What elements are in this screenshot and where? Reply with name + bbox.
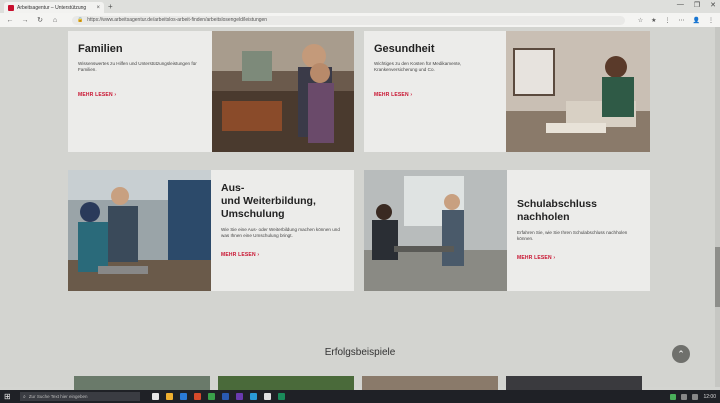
section-title: Erfolgsbeispiele (324, 347, 396, 358)
card-text: Schulabschluss nachholen Erfahren Sie, w… (507, 170, 650, 261)
file-explorer-icon[interactable] (166, 393, 173, 400)
menu-icon[interactable]: ⋮ (708, 17, 714, 24)
minimize-button[interactable]: — (677, 1, 684, 9)
windows-taskbar: ⊞ ⌕ Zur Suche Text hier eingeben 12:00 (0, 390, 720, 403)
search-placeholder: Zur Suche Text hier eingeben (28, 394, 88, 399)
navigation-bar: ← → ↻ ⌂ 🔒 https://www.arbeitsagentur.de/… (0, 13, 720, 27)
classroom-image (364, 170, 507, 291)
teaser-strip (74, 376, 642, 390)
tab-bar: Arbeitsagentur – Unterstützung × + — ❐ ✕ (0, 0, 720, 13)
more-link[interactable]: MEHR LESEN › (78, 92, 202, 98)
teams-icon[interactable] (236, 393, 243, 400)
card-title: Aus- und Weiterbildung, Umschulung (221, 182, 316, 220)
window-controls: — ❐ ✕ (677, 1, 716, 9)
browser-tab[interactable]: Arbeitsagentur – Unterstützung × (4, 2, 104, 13)
home-button[interactable]: ⌂ (51, 17, 59, 24)
card-weiterbildung[interactable]: Aus- und Weiterbildung, Umschulung Wie S… (68, 170, 354, 291)
close-window-button[interactable]: ✕ (710, 1, 716, 9)
card-description: Wissenswertes zu Hilfen und Unterstützun… (78, 61, 197, 73)
family-cooking-image (212, 31, 354, 152)
teaser-image[interactable] (362, 376, 498, 390)
card-description: Erfahren Sie, wie Sie Ihren Schulabschlu… (517, 230, 628, 242)
teaser-image[interactable] (218, 376, 354, 390)
more-link[interactable]: MEHR LESEN › (374, 92, 496, 98)
favorites-icon[interactable]: ★ (651, 17, 656, 24)
profile-icon[interactable]: 👤 (693, 17, 700, 24)
card-title: Familien (78, 43, 123, 55)
more-link[interactable]: MEHR LESEN › (221, 252, 344, 258)
mail-icon[interactable] (250, 393, 257, 400)
system-tray: 12:00 (670, 393, 716, 400)
page-scrollbar[interactable] (715, 27, 720, 387)
card-familien[interactable]: Familien Wissenswertes zu Hilfen und Unt… (68, 31, 354, 152)
taskbar-search[interactable]: ⌕ Zur Suche Text hier eingeben (20, 392, 140, 401)
card-text: Gesundheit Wichtiges zu den Kosten für M… (364, 31, 506, 152)
taskbar-apps (152, 393, 285, 400)
card-description: Wichtiges zu den Kosten für Medikamente,… (374, 61, 462, 73)
url-text: https://www.arbeitsagentur.de/arbeitslos… (87, 17, 268, 23)
teaser-image[interactable] (506, 376, 642, 390)
app-icon[interactable] (264, 393, 271, 400)
screen: Arbeitsagentur – Unterstützung × + — ❐ ✕… (0, 0, 720, 403)
search-icon: ⌕ (23, 393, 26, 400)
page-content: Familien Wissenswertes zu Hilfen und Unt… (0, 27, 720, 390)
card-description: Wie Sie eine Aus- oder Weiterbildung mac… (221, 227, 340, 239)
collections-icon[interactable]: ⋮ (665, 17, 671, 24)
tab-title: Arbeitsagentur – Unterstützung (17, 4, 87, 11)
card-title: Gesundheit (374, 43, 435, 55)
workshop-training-image (68, 170, 211, 291)
address-bar[interactable]: 🔒 https://www.arbeitsagentur.de/arbeitsl… (72, 15, 625, 25)
sick-woman-image (506, 31, 650, 152)
excel-icon[interactable] (208, 393, 215, 400)
card-row-bottom: Aus- und Weiterbildung, Umschulung Wie S… (68, 170, 650, 291)
forward-button[interactable]: → (21, 17, 29, 24)
card-text: Familien Wissenswertes zu Hilfen und Unt… (68, 31, 212, 152)
favorite-star-icon[interactable]: ☆ (638, 17, 643, 24)
card-schulabschluss[interactable]: Schulabschluss nachholen Erfahren Sie, w… (364, 170, 650, 291)
extensions-icon[interactable]: ⋯ (679, 17, 685, 24)
favicon-icon (8, 4, 14, 11)
reload-button[interactable]: ↻ (36, 16, 44, 24)
volume-icon[interactable] (692, 393, 699, 400)
scroll-to-top-button[interactable]: ⌃ (672, 345, 690, 363)
app-icon[interactable] (278, 393, 285, 400)
maximize-button[interactable]: ❐ (694, 1, 700, 9)
new-tab-button[interactable]: + (108, 2, 113, 12)
windows-start-icon[interactable]: ⊞ (4, 392, 14, 401)
edge-icon[interactable] (180, 393, 187, 400)
more-link[interactable]: MEHR LESEN › (517, 255, 640, 261)
card-row-top: Familien Wissenswertes zu Hilfen und Unt… (68, 31, 650, 152)
teaser-image[interactable] (74, 376, 210, 390)
scrollbar-thumb[interactable] (715, 247, 720, 307)
card-text: Aus- und Weiterbildung, Umschulung Wie S… (211, 170, 354, 258)
lock-icon: 🔒 (77, 17, 84, 23)
toolbar-icons: ☆ ★ ⋮ ⋯ 👤 ⋮ (638, 17, 714, 24)
clock[interactable]: 12:00 (703, 394, 716, 400)
tray-icon[interactable] (670, 393, 677, 400)
card-title: Schulabschluss nachholen (517, 198, 597, 223)
office-icon[interactable] (194, 393, 201, 400)
task-view-icon[interactable] (152, 393, 159, 400)
tray-icon[interactable] (681, 393, 688, 400)
word-icon[interactable] (222, 393, 229, 400)
card-gesundheit[interactable]: Gesundheit Wichtiges zu den Kosten für M… (364, 31, 650, 152)
tab-close-icon[interactable]: × (96, 5, 100, 11)
back-button[interactable]: ← (6, 17, 14, 24)
